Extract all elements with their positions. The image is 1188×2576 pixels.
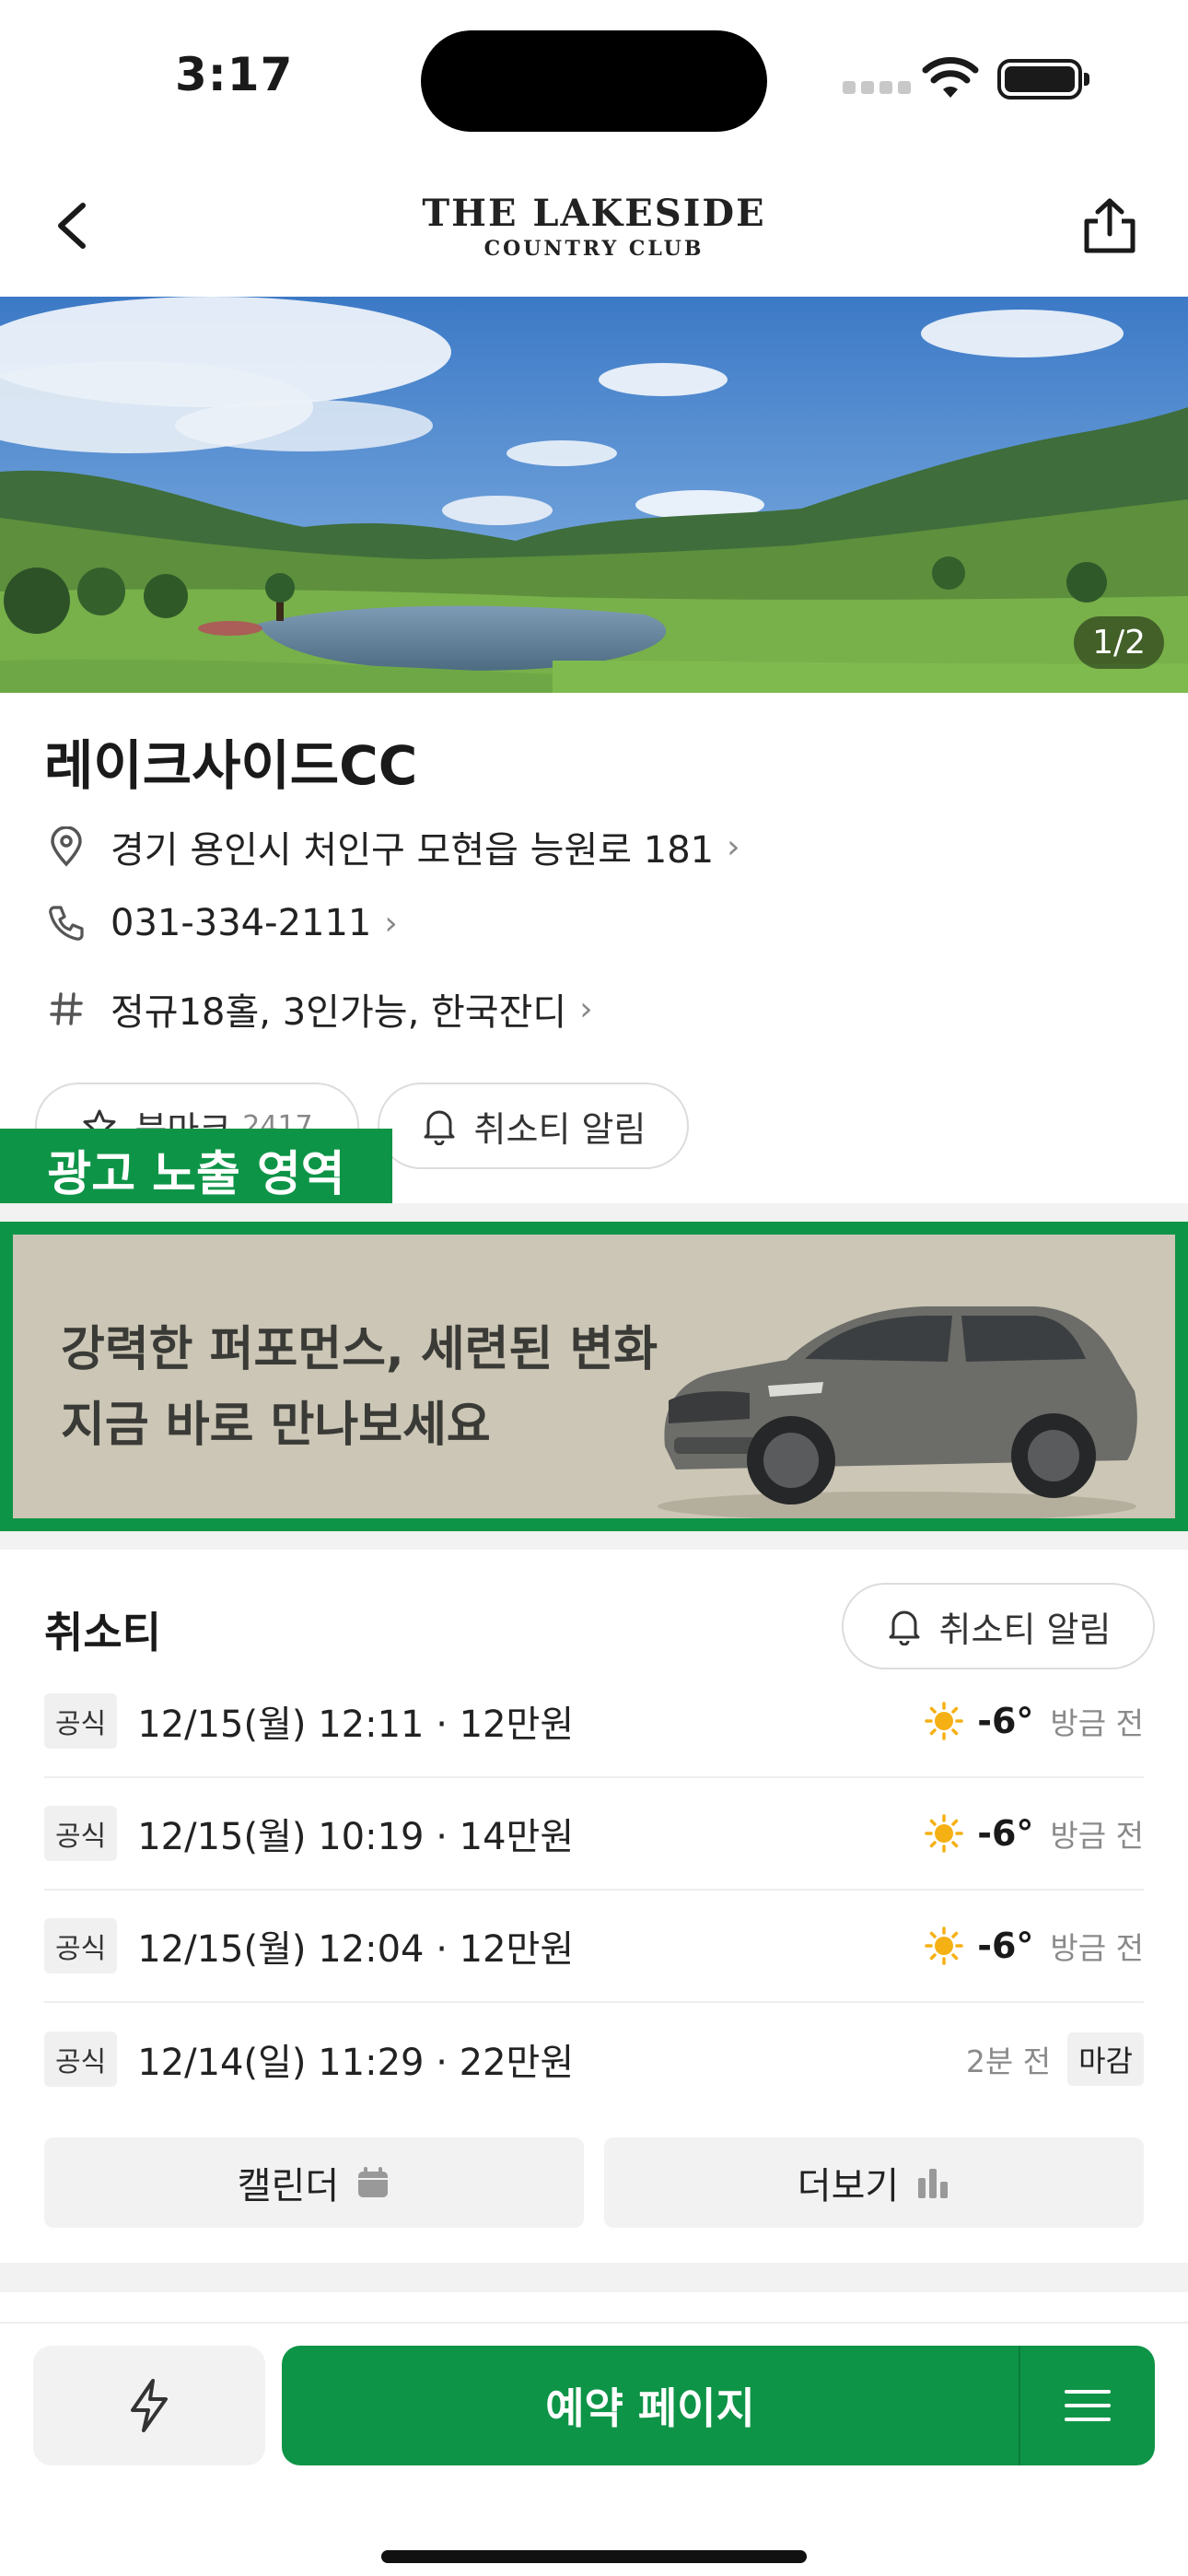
club-logo: THE LAKESIDE COUNTRY CLUB	[0, 192, 1188, 261]
cancel-tee-alert-button[interactable]: 취소티 알림	[378, 1083, 689, 1169]
quick-action-button[interactable]	[33, 2346, 265, 2465]
hash-icon	[44, 987, 88, 1031]
logo-sub-text: COUNTRY CLUB	[483, 237, 705, 261]
ad-line-1: 강력한 퍼포먼스, 세련된 변화	[61, 1322, 658, 1377]
temperature: -6°	[977, 1701, 1034, 1741]
phone-row[interactable]: 031-334-2111 ›	[44, 901, 398, 945]
updated-time: 방금 전	[1050, 1705, 1144, 1741]
tee-time-text: 12/15(월) 12:11 · 12만원	[137, 1704, 575, 1746]
booking-page-button[interactable]: 예약 페이지	[282, 2346, 1155, 2465]
sun-icon	[925, 1926, 963, 1965]
wifi-icon	[922, 57, 979, 98]
list-item[interactable]: 공식 12/15(월) 10:19 · 14만원 -6° 방금 전	[44, 1778, 1144, 1891]
chevron-right-icon: ›	[727, 827, 740, 866]
course-photo	[0, 297, 1188, 693]
chevron-right-icon: ›	[579, 989, 593, 1028]
updated-time: 방금 전	[1050, 1818, 1144, 1854]
official-badge: 공식	[44, 2032, 118, 2087]
carousel-page-indicator: 1/2	[1074, 616, 1164, 669]
sun-icon	[925, 1814, 963, 1853]
phone-text: 031-334-2111	[111, 902, 372, 944]
hamburger-menu-icon	[1065, 2390, 1111, 2421]
bell-icon	[421, 1107, 458, 1145]
share-icon[interactable]	[1077, 193, 1142, 258]
course-tags-row[interactable]: 정규18홀, 3인가능, 한국잔디 ›	[44, 982, 593, 1036]
location-pin-icon	[44, 825, 88, 869]
official-badge: 공식	[44, 1918, 118, 1973]
ad-text: 강력한 퍼포먼스, 세련된 변화 지금 바로 만나보세요	[61, 1312, 658, 1463]
course-name: 레이크사이드CC	[44, 734, 418, 797]
closed-badge: 마감	[1067, 2032, 1144, 2086]
tee-time-text: 12/14(일) 11:29 · 22만원	[137, 2042, 575, 2084]
address-text: 경기 용인시 처인구 모현읍 능원로 181	[111, 829, 715, 872]
ad-area-label: 광고 노출 영역	[0, 1129, 392, 1210]
chevron-right-icon: ›	[384, 904, 398, 943]
weather-info: -6° 방금 전	[924, 1811, 1144, 1856]
footer-action-bar: 예약 페이지	[0, 2322, 1188, 2576]
ad-banner[interactable]: 강력한 퍼포먼스, 세련된 변화 지금 바로 만나보세요	[0, 1222, 1188, 1531]
calendar-button[interactable]: 캘린더	[44, 2137, 584, 2228]
cellular-signal-icon	[843, 81, 911, 94]
tee-time-text: 12/15(월) 10:19 · 14만원	[137, 1816, 575, 1858]
cancel-tee-list: 공식 12/15(월) 12:11 · 12만원 -6° 방금 전 공식 12/…	[44, 1666, 1144, 2115]
temperature: -6°	[977, 1813, 1034, 1854]
nav-header: THE LAKESIDE COUNTRY CLUB	[0, 157, 1188, 297]
address-row[interactable]: 경기 용인시 처인구 모현읍 능원로 181 ›	[44, 820, 740, 873]
official-badge: 공식	[44, 1806, 118, 1861]
section-divider	[0, 2263, 1188, 2292]
status-bar: 3:17	[0, 0, 1188, 157]
cancel-tee-alert-label: 취소티 알림	[938, 1609, 1112, 1650]
ad-line-2: 지금 바로 만나보세요	[61, 1398, 491, 1453]
home-indicator	[381, 2550, 807, 2563]
bar-chart-icon	[915, 2165, 950, 2200]
cancel-tee-title: 취소티	[44, 1608, 161, 1657]
bell-icon	[886, 1607, 923, 1645]
weather-info: -6° 방금 전	[924, 1699, 1144, 1743]
temperature: -6°	[977, 1926, 1034, 1966]
updated-time: 2분 전	[965, 2043, 1052, 2079]
battery-icon	[997, 59, 1089, 100]
section-divider	[0, 1531, 1188, 1550]
updated-time: 방금 전	[1050, 1930, 1144, 1966]
calendar-icon	[355, 2165, 390, 2200]
list-item[interactable]: 공식 12/15(월) 12:04 · 12만원 -6° 방금 전	[44, 1891, 1144, 2003]
course-tags-text: 정규18홀, 3인가능, 한국잔디	[111, 991, 567, 1034]
ad-car-image	[658, 1306, 1137, 1518]
status-time: 3:17	[175, 48, 294, 101]
sun-icon	[925, 1702, 963, 1740]
more-label: 더보기	[797, 2165, 900, 2207]
booking-page-label: 예약 페이지	[545, 2383, 755, 2433]
tee-time-text: 12/15(월) 12:04 · 12만원	[137, 1928, 575, 1971]
cancel-tee-alert-button[interactable]: 취소티 알림	[842, 1583, 1155, 1669]
lightning-icon	[131, 2379, 168, 2432]
menu-button[interactable]	[1020, 2346, 1155, 2465]
official-badge: 공식	[44, 1693, 118, 1749]
list-item[interactable]: 공식 12/15(월) 12:11 · 12만원 -6° 방금 전	[44, 1666, 1144, 1778]
weather-info: -6° 방금 전	[924, 1924, 1144, 1968]
course-photo-carousel[interactable]: 1/2	[0, 297, 1188, 693]
logo-main-text: THE LAKESIDE	[422, 192, 766, 235]
cancel-tee-alert-label: 취소티 알림	[473, 1108, 646, 1150]
dynamic-island	[421, 30, 767, 132]
calendar-label: 캘린더	[237, 2165, 340, 2207]
section-divider	[0, 1203, 1188, 1222]
weather-info: 2분 전 마감	[966, 2032, 1144, 2086]
list-item[interactable]: 공식 12/14(일) 11:29 · 22만원 2분 전 마감	[44, 2003, 1144, 2115]
phone-icon	[44, 901, 88, 945]
more-button[interactable]: 더보기	[604, 2137, 1144, 2228]
